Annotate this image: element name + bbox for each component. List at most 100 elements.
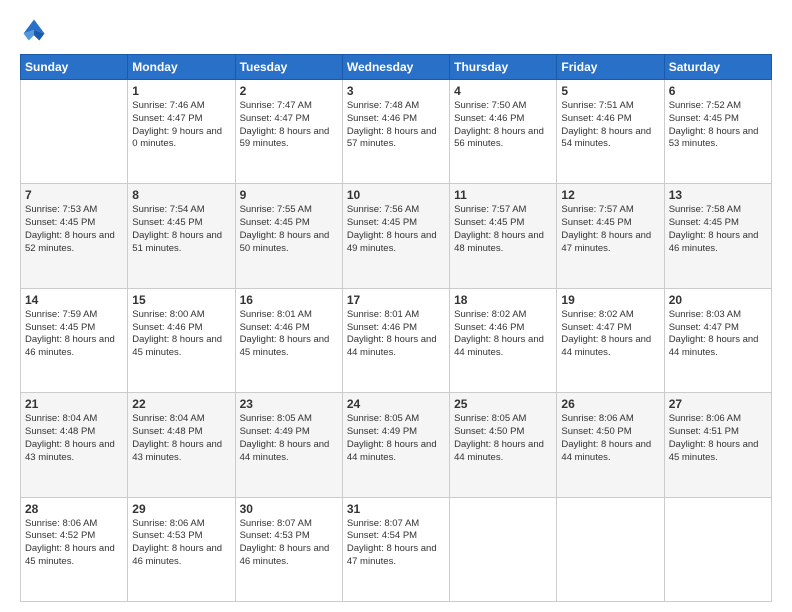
calendar-cell: 3Sunrise: 7:48 AMSunset: 4:46 PMDaylight…: [342, 80, 449, 184]
calendar-cell: 12Sunrise: 7:57 AMSunset: 4:45 PMDayligh…: [557, 184, 664, 288]
day-info: Sunrise: 8:06 AMSunset: 4:53 PMDaylight:…: [132, 518, 230, 569]
daylight-text-cont: 51 minutes.: [132, 243, 230, 256]
sunrise-text: Sunrise: 7:51 AM: [561, 100, 659, 113]
calendar-cell: 31Sunrise: 8:07 AMSunset: 4:54 PMDayligh…: [342, 497, 449, 601]
daylight-text: Daylight: 8 hours and: [25, 439, 123, 452]
daylight-text: Daylight: 8 hours and: [132, 230, 230, 243]
calendar-cell: 16 Sunrise: 8:01 AMSunset: 4:46 PMDayligh…: [235, 288, 342, 392]
sunrise-text: Sunrise: 7:47 AM: [240, 100, 338, 113]
sunset-text: Sunset: 4:50 PM: [454, 426, 552, 439]
daylight-text-cont: 46 minutes.: [25, 347, 123, 360]
sunset-text: Sunset: 4:48 PM: [132, 426, 230, 439]
daylight-text: Daylight: 8 hours and: [669, 334, 767, 347]
sunrise-text: Sunrise: 8:07 AM: [347, 518, 445, 531]
daylight-text-cont: 46 minutes.: [240, 556, 338, 569]
calendar-cell: 14Sunrise: 7:59 AMSunset: 4:45 PMDayligh…: [21, 288, 128, 392]
day-number: 7: [25, 188, 123, 202]
day-number: 2: [240, 84, 338, 98]
page: Sunday Monday Tuesday Wednesday Thursday…: [0, 0, 792, 612]
calendar-cell: 9Sunrise: 7:55 AMSunset: 4:45 PMDaylight…: [235, 184, 342, 288]
col-tuesday: Tuesday: [235, 55, 342, 80]
sunset-text: Sunset: 4:46 PM: [347, 322, 445, 335]
sunrise-text: Sunrise: 8:02 AM: [454, 309, 552, 322]
day-number: 27: [669, 397, 767, 411]
calendar-cell: 5Sunrise: 7:51 AMSunset: 4:46 PMDaylight…: [557, 80, 664, 184]
sunrise-text: Sunrise: 7:55 AM: [240, 204, 338, 217]
daylight-text: Daylight: 8 hours and: [454, 334, 552, 347]
day-number: 6: [669, 84, 767, 98]
col-wednesday: Wednesday: [342, 55, 449, 80]
sunset-text: Sunset: 4:45 PM: [669, 113, 767, 126]
sunrise-text: Sunrise: 7:53 AM: [25, 204, 123, 217]
day-info: Sunrise: 7:48 AMSunset: 4:46 PMDaylight:…: [347, 100, 445, 151]
header-row: Sunday Monday Tuesday Wednesday Thursday…: [21, 55, 772, 80]
sunset-text: Sunset: 4:46 PM: [240, 322, 338, 335]
day-number: 1: [132, 84, 230, 98]
day-info: Sunrise: 8:05 AMSunset: 4:49 PMDaylight:…: [347, 413, 445, 464]
daylight-text: Daylight: 8 hours and: [454, 126, 552, 139]
calendar-cell: 17Sunrise: 8:01 AMSunset: 4:46 PMDayligh…: [342, 288, 449, 392]
calendar-cell: 26Sunrise: 8:06 AMSunset: 4:50 PMDayligh…: [557, 393, 664, 497]
calendar-cell: 30Sunrise: 8:07 AMSunset: 4:53 PMDayligh…: [235, 497, 342, 601]
daylight-text: Daylight: 8 hours and: [240, 543, 338, 556]
day-info: Sunrise: 7:58 AMSunset: 4:45 PMDaylight:…: [669, 204, 767, 255]
day-number: 24: [347, 397, 445, 411]
logo: [20, 16, 52, 44]
sunset-text: Sunset: 4:53 PM: [132, 530, 230, 543]
day-number: 11: [454, 188, 552, 202]
daylight-text-cont: 50 minutes.: [240, 243, 338, 256]
daylight-text-cont: 44 minutes.: [454, 452, 552, 465]
sunset-text: Sunset: 4:51 PM: [669, 426, 767, 439]
sunrise-text: Sunrise: 8:04 AM: [132, 413, 230, 426]
calendar-cell: [664, 497, 771, 601]
daylight-text-cont: 46 minutes.: [132, 556, 230, 569]
calendar-cell: 7Sunrise: 7:53 AMSunset: 4:45 PMDaylight…: [21, 184, 128, 288]
sunrise-text: Sunrise: 7:52 AM: [669, 100, 767, 113]
sunrise-text: Sunrise: 8:02 AM: [561, 309, 659, 322]
daylight-text: Daylight: 8 hours and: [669, 126, 767, 139]
calendar-cell: 21Sunrise: 8:04 AMSunset: 4:48 PMDayligh…: [21, 393, 128, 497]
sunset-text: Sunset: 4:46 PM: [132, 322, 230, 335]
daylight-text-cont: 46 minutes.: [669, 243, 767, 256]
calendar-cell: 25Sunrise: 8:05 AMSunset: 4:50 PMDayligh…: [450, 393, 557, 497]
daylight-text-cont: 43 minutes.: [25, 452, 123, 465]
sunrise-text: Sunrise: 7:46 AM: [132, 100, 230, 113]
sunset-text: Sunset: 4:50 PM: [561, 426, 659, 439]
day-number: 16: [240, 293, 338, 307]
day-number: 28: [25, 502, 123, 516]
calendar-cell: 2 Sunrise: 7:47 AMSunset: 4:47 PMDaylight…: [235, 80, 342, 184]
daylight-text-cont: 44 minutes.: [561, 347, 659, 360]
sunrise-text: Sunrise: 7:57 AM: [561, 204, 659, 217]
daylight-text-cont: 44 minutes.: [669, 347, 767, 360]
calendar-cell: 24 Sunrise: 8:05 AMSunset: 4:49 PMDayligh…: [342, 393, 449, 497]
sunset-text: Sunset: 4:47 PM: [561, 322, 659, 335]
sunrise-text: Sunrise: 8:05 AM: [454, 413, 552, 426]
day-info: Sunrise: 8:02 AMSunset: 4:47 PMDaylight:…: [561, 309, 659, 360]
day-info: Sunrise: 7:47 AMSunset: 4:47 PMDaylight:…: [240, 100, 338, 151]
col-sunday: Sunday: [21, 55, 128, 80]
daylight-text-cont: 57 minutes.: [347, 138, 445, 151]
sunset-text: Sunset: 4:45 PM: [132, 217, 230, 230]
sunrise-text: Sunrise: 7:59 AM: [25, 309, 123, 322]
day-number: 18: [454, 293, 552, 307]
day-number: 12: [561, 188, 659, 202]
daylight-text: Daylight: 8 hours and: [132, 439, 230, 452]
calendar-cell: 10Sunrise: 7:56 AMSunset: 4:45 PMDayligh…: [342, 184, 449, 288]
sunrise-text: Sunrise: 7:54 AM: [132, 204, 230, 217]
day-info: Sunrise: 7:56 AMSunset: 4:45 PMDaylight:…: [347, 204, 445, 255]
sunrise-text: Sunrise: 8:01 AM: [240, 309, 338, 322]
daylight-text: Daylight: 8 hours and: [347, 126, 445, 139]
calendar-cell: [21, 80, 128, 184]
daylight-text: Daylight: 8 hours and: [454, 230, 552, 243]
sunrise-text: Sunrise: 8:06 AM: [561, 413, 659, 426]
day-info: Sunrise: 8:05 AMSunset: 4:50 PMDaylight:…: [454, 413, 552, 464]
day-info: Sunrise: 8:00 AMSunset: 4:46 PMDaylight:…: [132, 309, 230, 360]
calendar-cell: 22Sunrise: 8:04 AMSunset: 4:48 PMDayligh…: [128, 393, 235, 497]
sunset-text: Sunset: 4:45 PM: [561, 217, 659, 230]
daylight-text: Daylight: 8 hours and: [132, 334, 230, 347]
day-number: 4: [454, 84, 552, 98]
daylight-text: Daylight: 8 hours and: [240, 334, 338, 347]
daylight-text: Daylight: 8 hours and: [240, 126, 338, 139]
logo-icon: [20, 16, 48, 44]
day-info: Sunrise: 8:04 AMSunset: 4:48 PMDaylight:…: [25, 413, 123, 464]
